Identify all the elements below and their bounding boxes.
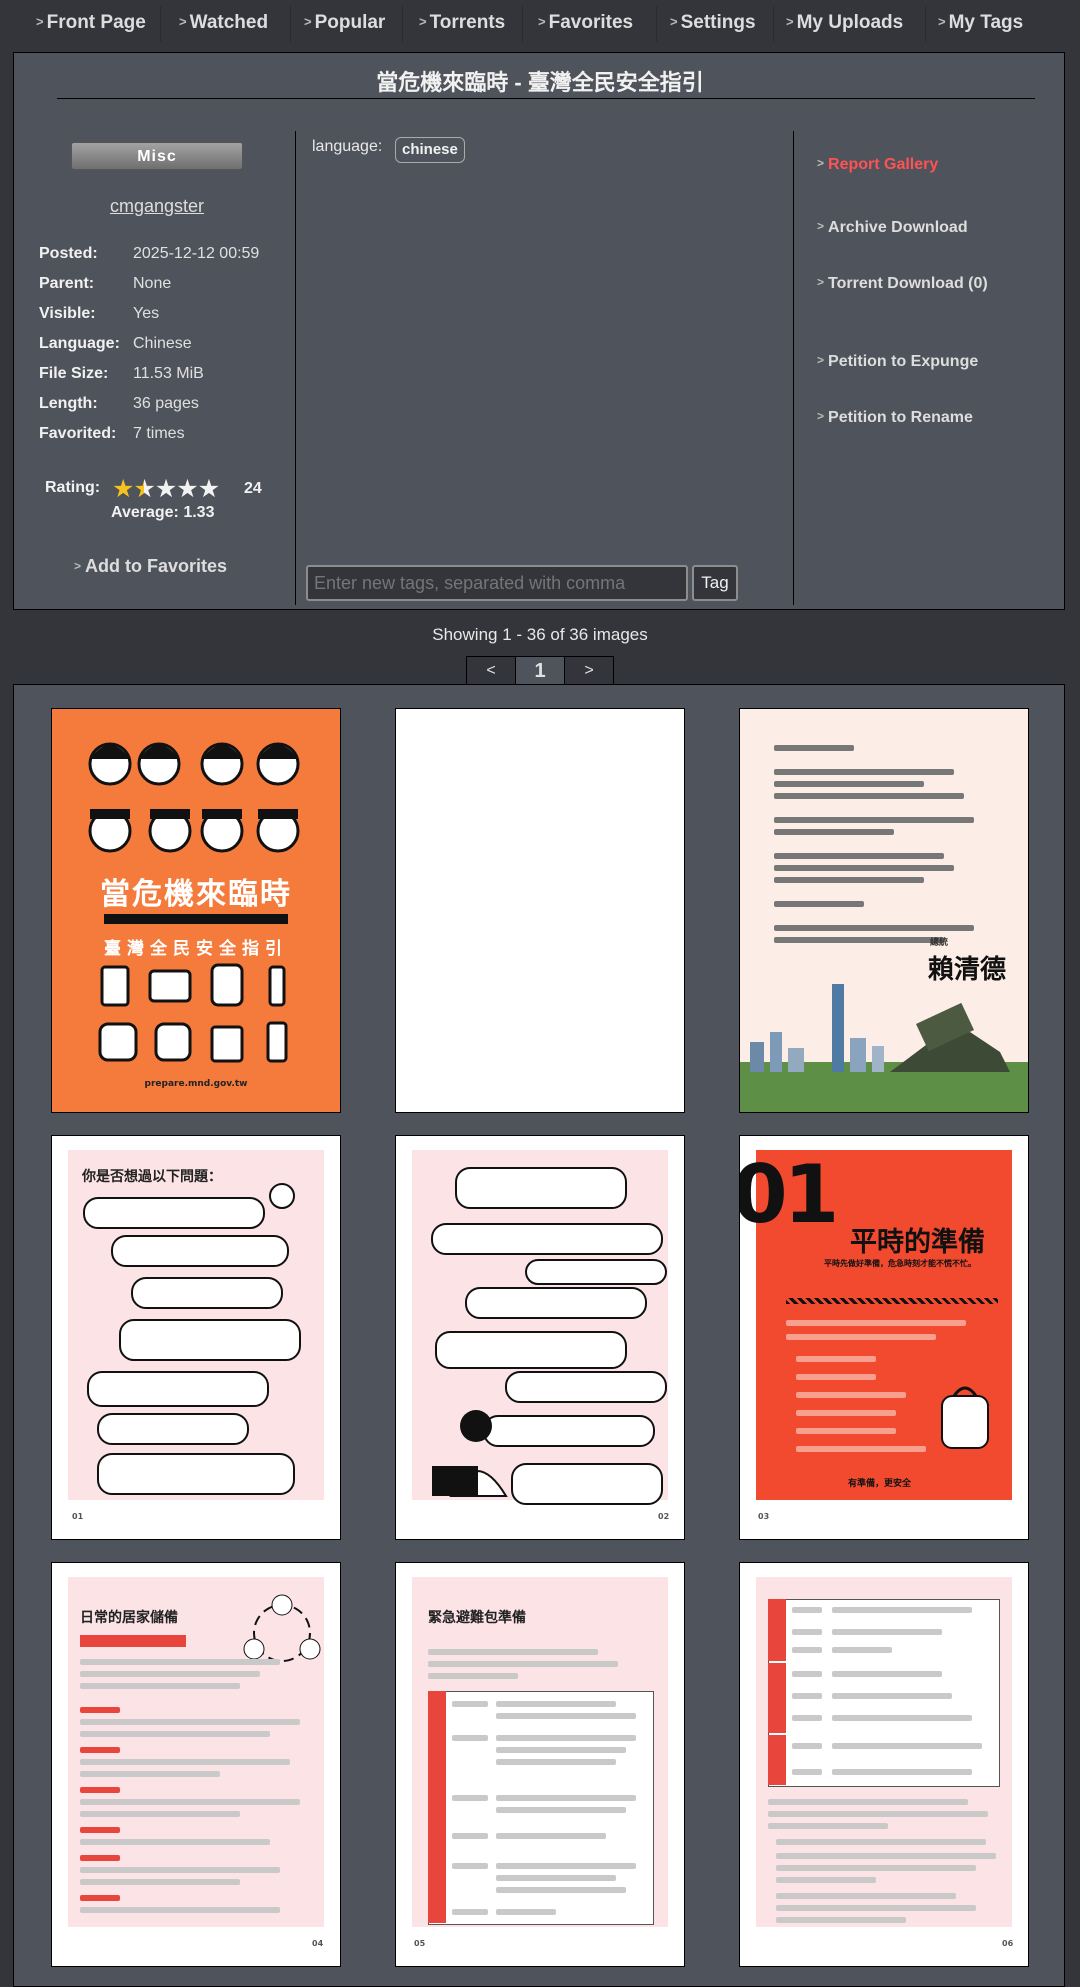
chapter-title: 平時的準備 — [850, 1227, 985, 1258]
thumbnail-page-7[interactable]: 日常的居家儲備 04 — [51, 1562, 341, 1967]
speech-bubbles-illustration — [83, 1183, 301, 1495]
thumbnail-page-5[interactable]: 02 — [395, 1135, 685, 1540]
chevron-right-icon: > — [74, 559, 82, 573]
nav-divider — [522, 6, 523, 42]
chevron-right-icon: > — [304, 14, 312, 29]
nav-front-page[interactable]: > Front Page — [36, 12, 146, 34]
chapter-number: 01 — [739, 1148, 839, 1241]
chevron-right-icon: > — [817, 156, 825, 170]
chevron-right-icon: > — [938, 14, 946, 29]
chevron-right-icon: > — [670, 14, 678, 29]
star-icon[interactable]: ★ — [176, 475, 198, 503]
page-number: 03 — [758, 1512, 770, 1521]
chevron-right-icon: > — [36, 14, 44, 29]
thumbnail-page-9[interactable]: 06 — [739, 1562, 1029, 1967]
chevron-right-icon: > — [538, 14, 546, 29]
page-number: 02 — [658, 1512, 670, 1521]
page-number: 01 — [72, 1512, 84, 1521]
chapter-subtitle: 平時先做好準備，危急時刻才能不慌不忙。 — [824, 1259, 976, 1268]
petition-rename-link[interactable]: > Petition to Rename — [817, 409, 973, 427]
backpack-icon — [941, 1386, 989, 1449]
star-half-icon[interactable]: ★ — [133, 475, 155, 503]
speech-bubbles-illustration — [431, 1167, 667, 1505]
nav-favorites[interactable]: > Favorites — [538, 12, 633, 34]
star-icon[interactable]: ★ — [198, 475, 220, 503]
cover-subtitle: 臺灣全民安全指引 — [104, 939, 288, 959]
nav-divider — [290, 6, 291, 42]
uploader-link[interactable]: cmgangster — [71, 196, 243, 217]
nav-divider — [773, 6, 774, 42]
page-number: 05 — [414, 1939, 426, 1948]
column-divider — [295, 131, 296, 605]
city-skyline-illustration — [740, 984, 1028, 1112]
gallery-title: 當危機來臨時 - 臺灣全民安全指引 — [376, 70, 704, 95]
new-tag-input[interactable] — [306, 565, 688, 601]
signature-label: 總統 — [930, 938, 949, 948]
tag-submit-button[interactable]: Tag — [692, 565, 738, 601]
chapter-footer: 有準備，更安全 — [848, 1479, 912, 1489]
thumbnail-page-4[interactable]: 你是否想過以下問題： 01 — [51, 1135, 341, 1540]
chevron-right-icon: > — [179, 14, 187, 29]
tag-namespace: language: — [312, 138, 383, 155]
rating-label: Rating: — [45, 479, 101, 496]
thumbnail-grid: 當危機來臨時 臺灣全民安全指引 prepare.mnd.gov.tw 總統 賴清… — [13, 684, 1065, 1987]
prev-page-button[interactable]: < — [467, 657, 516, 685]
rating-stars[interactable]: ★★★★★ — [112, 474, 220, 504]
thumbnail-page-1[interactable]: 當危機來臨時 臺灣全民安全指引 prepare.mnd.gov.tw — [51, 708, 341, 1113]
nav-divider — [160, 6, 161, 42]
nav-my-uploads[interactable]: > My Uploads — [786, 12, 903, 34]
title-divider — [57, 98, 1035, 99]
tag-chinese[interactable]: chinese — [395, 137, 465, 163]
page-number: 04 — [312, 1939, 324, 1948]
thumbnail-page-3[interactable]: 總統 賴清德 — [739, 708, 1029, 1113]
thumbnail-page-6[interactable]: 01 平時的準備 平時先做好準備，危急時刻才能不慌不忙。 有準備，更安全 03 — [739, 1135, 1029, 1540]
nav-divider — [656, 6, 657, 42]
archive-download-link[interactable]: > Archive Download — [817, 219, 968, 237]
gallery-info-panel: 當危機來臨時 - 臺灣全民安全指引 Misc cmgangster Posted… — [13, 52, 1065, 610]
torrent-download-link[interactable]: > Torrent Download (0) — [817, 275, 988, 293]
chevron-right-icon: > — [786, 14, 794, 29]
thumbnail-page-8[interactable]: 緊急避難包準備 05 — [395, 1562, 685, 1967]
page-number: 06 — [1002, 1939, 1014, 1948]
page7-title: 日常的居家儲備 — [80, 1610, 178, 1626]
add-to-favorites-link[interactable]: > Add to Favorites — [74, 556, 227, 577]
nav-my-tags[interactable]: > My Tags — [938, 12, 1023, 34]
nav-torrents[interactable]: > Torrents — [419, 12, 505, 34]
chevron-right-icon: > — [817, 353, 825, 367]
chevron-right-icon: > — [419, 14, 427, 29]
page8-title: 緊急避難包準備 — [428, 1610, 526, 1626]
category-badge[interactable]: Misc — [71, 142, 243, 170]
nav-popular[interactable]: > Popular — [304, 12, 385, 34]
nav-divider — [402, 6, 403, 42]
pagination: < 1 > — [466, 656, 614, 686]
current-page-button[interactable]: 1 — [516, 657, 565, 685]
image-count-text: Showing 1 - 36 of 36 images — [432, 625, 648, 644]
cover-url: prepare.mnd.gov.tw — [144, 1079, 248, 1089]
nav-divider — [925, 6, 926, 42]
rating-average: Average: 1.33 — [111, 504, 215, 521]
column-divider — [793, 131, 794, 605]
report-gallery-link[interactable]: > Report Gallery — [817, 156, 938, 174]
star-icon[interactable]: ★ — [155, 475, 177, 503]
star-icon[interactable]: ★ — [112, 475, 134, 503]
petition-expunge-link[interactable]: > Petition to Expunge — [817, 353, 978, 371]
chevron-right-icon: > — [817, 275, 825, 289]
cover-title: 當危機來臨時 — [100, 877, 292, 912]
top-navigation: > Front Page > Watched > Popular > Torrents … — [0, 0, 1080, 48]
next-page-button[interactable]: > — [565, 657, 613, 685]
chevron-right-icon: > — [817, 219, 825, 233]
chevron-right-icon: > — [817, 409, 825, 423]
thumbnail-page-2[interactable] — [395, 708, 685, 1113]
nav-settings[interactable]: > Settings — [670, 12, 756, 34]
nav-watched[interactable]: > Watched — [179, 12, 268, 34]
rating-count: 24 — [244, 480, 262, 497]
